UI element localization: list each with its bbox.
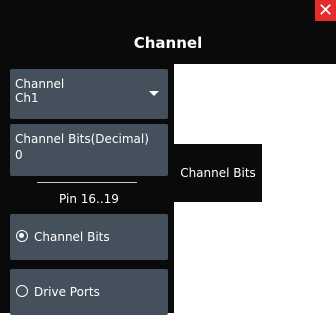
channel-dropdown-value: Ch1	[15, 91, 39, 105]
channel-bits-tab-label: Channel Bits	[180, 166, 256, 180]
divider	[37, 182, 137, 183]
radio-channel-bits[interactable]: Channel Bits	[10, 214, 168, 260]
pin-label: Pin 16..19	[59, 192, 119, 206]
radio-drive-ports-label: Drive Ports	[34, 285, 100, 299]
channel-bits-label: Channel Bits(Decimal)	[15, 132, 149, 146]
channel-bits-value: 0	[15, 148, 23, 162]
radio-unchecked-icon	[16, 285, 28, 297]
chevron-down-icon	[149, 91, 159, 96]
header-title: Channel	[133, 34, 203, 52]
header-bar: Channel ✕	[0, 0, 336, 64]
radio-channel-bits-label: Channel Bits	[34, 230, 110, 244]
radio-checked-icon	[16, 230, 28, 242]
channel-bits-tab[interactable]: Channel Bits	[174, 144, 262, 202]
channel-dropdown[interactable]: Channel Ch1	[10, 69, 168, 119]
close-button[interactable]: ✕	[315, 0, 336, 21]
close-icon: ✕	[317, 0, 334, 21]
channel-bits-field[interactable]: Channel Bits(Decimal) 0	[10, 124, 168, 176]
channel-dropdown-label: Channel	[15, 77, 65, 91]
radio-drive-ports[interactable]: Drive Ports	[10, 269, 168, 315]
sidebar: Channel Ch1 Channel Bits(Decimal) 0 Pin …	[0, 64, 174, 315]
